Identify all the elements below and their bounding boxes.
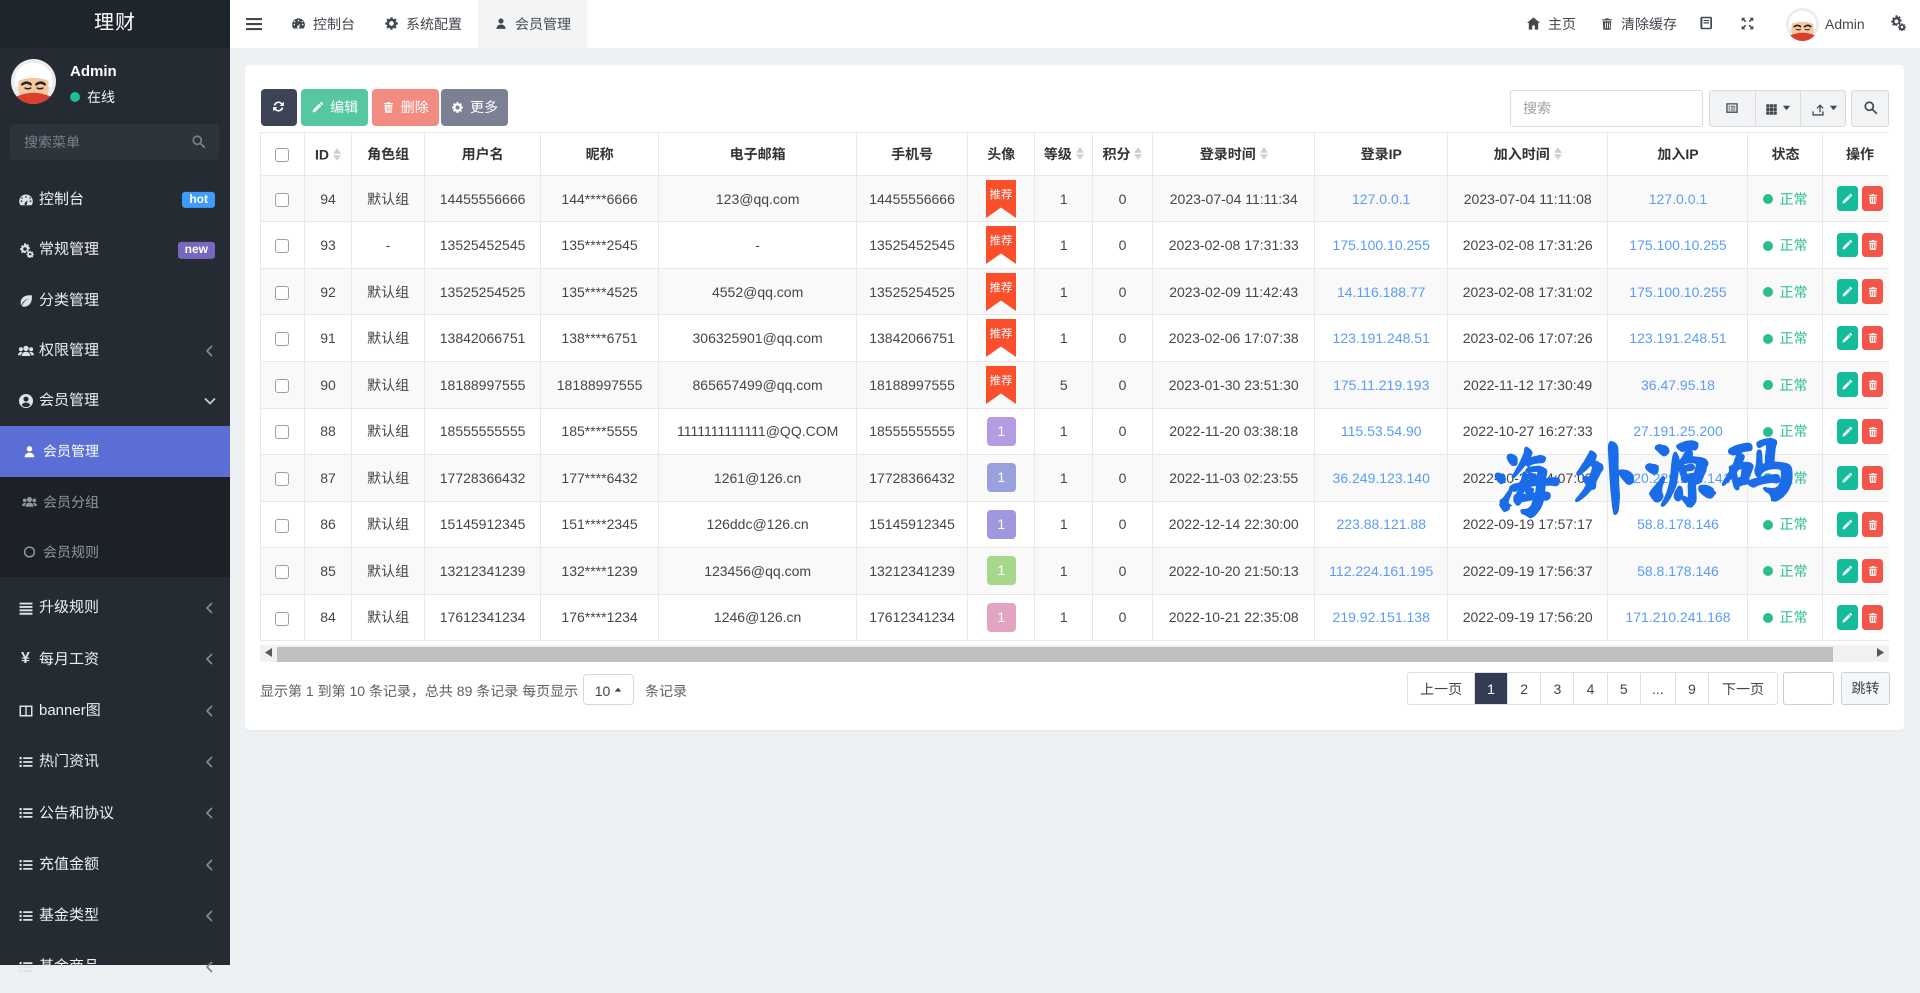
svg-text:推荐: 推荐 (990, 279, 1013, 295)
svg-text:推荐: 推荐 (990, 186, 1013, 202)
svg-text:推荐: 推荐 (990, 233, 1013, 249)
svg-text:推荐: 推荐 (990, 326, 1013, 342)
svg-text:推荐: 推荐 (990, 372, 1013, 388)
